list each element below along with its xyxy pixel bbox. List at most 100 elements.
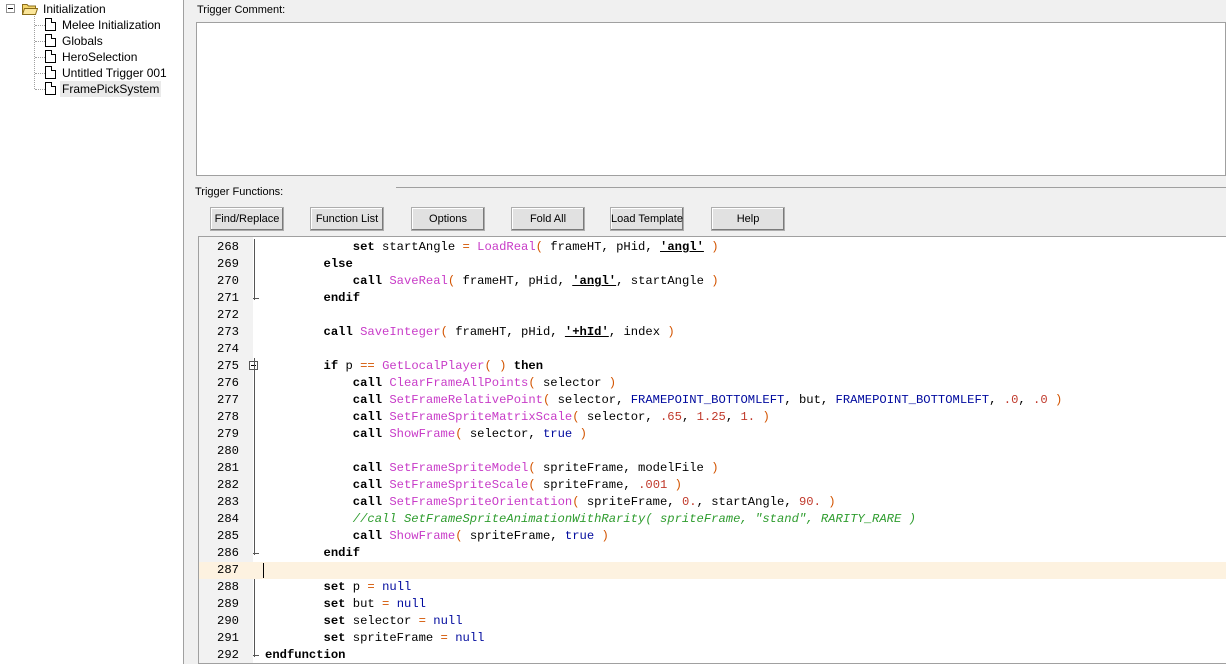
line-number: 283 [217,495,239,509]
code-token: spriteFrame, [462,529,565,543]
code-token: 'angl' [660,240,704,254]
options-button[interactable]: Options [411,207,485,231]
code-token: SaveReal [389,274,448,288]
code-token: = [418,614,426,628]
code-line[interactable]: 284 //call SetFrameSpriteAnimationWithRa… [199,511,1226,528]
tree-item[interactable]: Globals [0,33,183,49]
code-token: '+hId' [564,325,609,339]
code-line[interactable]: 275 if p == GetLocalPlayer( ) then [199,358,1226,375]
code-token: set [323,631,346,645]
code-token: 'angl' [572,274,617,288]
code-text: call SetFrameSpriteScale( spriteFrame, .… [265,477,682,494]
line-number: 275 [217,359,239,373]
line-number: 291 [217,631,239,645]
code-line[interactable]: 271 endif [199,290,1226,307]
code-token: call [352,478,383,492]
code-editor[interactable]: 268 set startAngle = LoadReal( frameHT, … [198,236,1226,664]
code-token: , [725,410,741,424]
code-line[interactable]: 289 set but = null [199,596,1226,613]
code-token: ( [455,427,463,441]
line-number: 280 [217,444,239,458]
code-token: ) [601,529,609,543]
code-token: SetFrameSpriteModel [389,461,529,475]
tree-item[interactable]: FramePickSystem [0,81,183,97]
trigger-comment-label: Trigger Comment: [197,4,286,16]
code-token: spriteFrame, modelFile [535,461,712,475]
code-line[interactable]: 291 set spriteFrame = null [199,630,1226,647]
code-text: set selector = null [265,613,463,630]
help-button[interactable]: Help [711,207,785,231]
code-token: ) [608,376,617,390]
code-line[interactable]: 279 call ShowFrame( selector, true ) [199,426,1226,443]
code-text: endif [265,290,361,307]
code-token: frameHT, pHid, [542,240,661,254]
line-number: 279 [217,427,239,441]
line-number: 288 [217,580,239,594]
code-line[interactable]: 273 call SaveInteger( frameHT, pHid, '+h… [199,324,1226,341]
code-line[interactable]: 287 [199,562,1226,579]
code-token: call [352,410,383,424]
functions-group-divider [396,187,1226,188]
tree-root-initialization[interactable]: Initialization [0,1,183,17]
code-token: startAngle [374,240,463,254]
collapse-icon[interactable] [6,4,15,13]
code-token: null [455,631,485,645]
tree-item-label: FramePickSystem [60,81,162,97]
code-line[interactable]: 274 [199,341,1226,358]
fold-all-button[interactable]: Fold All [511,207,585,231]
code-token: 90. [798,495,821,509]
code-token: .65 [659,410,682,424]
tree-item[interactable]: Untitled Trigger 001 [0,65,183,81]
code-token: ) [711,274,719,288]
code-token: ( [572,495,580,509]
code-token: , [989,393,1004,407]
code-line[interactable]: 281 call SetFrameSpriteModel( spriteFram… [199,460,1226,477]
tree-item[interactable]: Melee Initialization [0,17,183,33]
code-line[interactable]: 278 call SetFrameSpriteMatrixScale( sele… [199,409,1226,426]
tree-item-label: Globals [62,34,103,48]
code-line[interactable]: 276 call ClearFrameAllPoints( selector ) [199,375,1226,392]
code-line[interactable]: 290 set selector = null [199,613,1226,630]
code-line[interactable]: 270 call SaveReal( frameHT, pHid, 'angl'… [199,273,1226,290]
load-template-button[interactable]: Load Template [610,207,684,231]
trigger-document-icon [45,50,56,63]
code-line[interactable]: 282 call SetFrameSpriteScale( spriteFram… [199,477,1226,494]
code-text: call SaveReal( frameHT, pHid, 'angl', st… [265,273,719,290]
tree-item-label: Melee Initialization [62,18,161,32]
code-token: spriteFrame [345,631,441,645]
code-token: ) [711,461,719,475]
code-line[interactable]: 277 call SetFrameRelativePoint( selector… [199,392,1226,409]
tree-item[interactable]: HeroSelection [0,49,183,65]
code-line[interactable]: 280 [199,443,1226,460]
code-text: set startAngle = LoadReal( frameHT, pHid… [265,239,719,256]
code-line[interactable]: 286 endif [199,545,1226,562]
trigger-comment-textarea[interactable] [196,22,1226,176]
line-number: 269 [217,257,239,271]
trigger-tree[interactable]: Initialization Melee Initialization Globa… [0,0,184,664]
code-line[interactable]: 272 [199,307,1226,324]
code-token: frameHT, pHid, [455,274,573,288]
line-number: 290 [217,614,239,628]
code-line[interactable]: 269 else [199,256,1226,273]
code-line[interactable]: 288 set p = null [199,579,1226,596]
function-list-button[interactable]: Function List [310,207,384,231]
code-line[interactable]: 285 call ShowFrame( spriteFrame, true ) [199,528,1226,545]
code-line[interactable]: 283 call SetFrameSpriteOrientation( spri… [199,494,1226,511]
code-line[interactable]: 292 endfunction [199,647,1226,663]
code-token: but [345,597,383,611]
code-token: 1. [740,410,756,424]
code-token: null [382,580,412,594]
code-line[interactable]: 268 set startAngle = LoadReal( frameHT, … [199,239,1226,256]
code-token: , but, [784,393,836,407]
code-text: endif [265,545,361,562]
trigger-document-icon [45,82,56,95]
find-replace-button[interactable]: Find/Replace [210,207,284,231]
code-token: spriteFrame, [535,478,639,492]
